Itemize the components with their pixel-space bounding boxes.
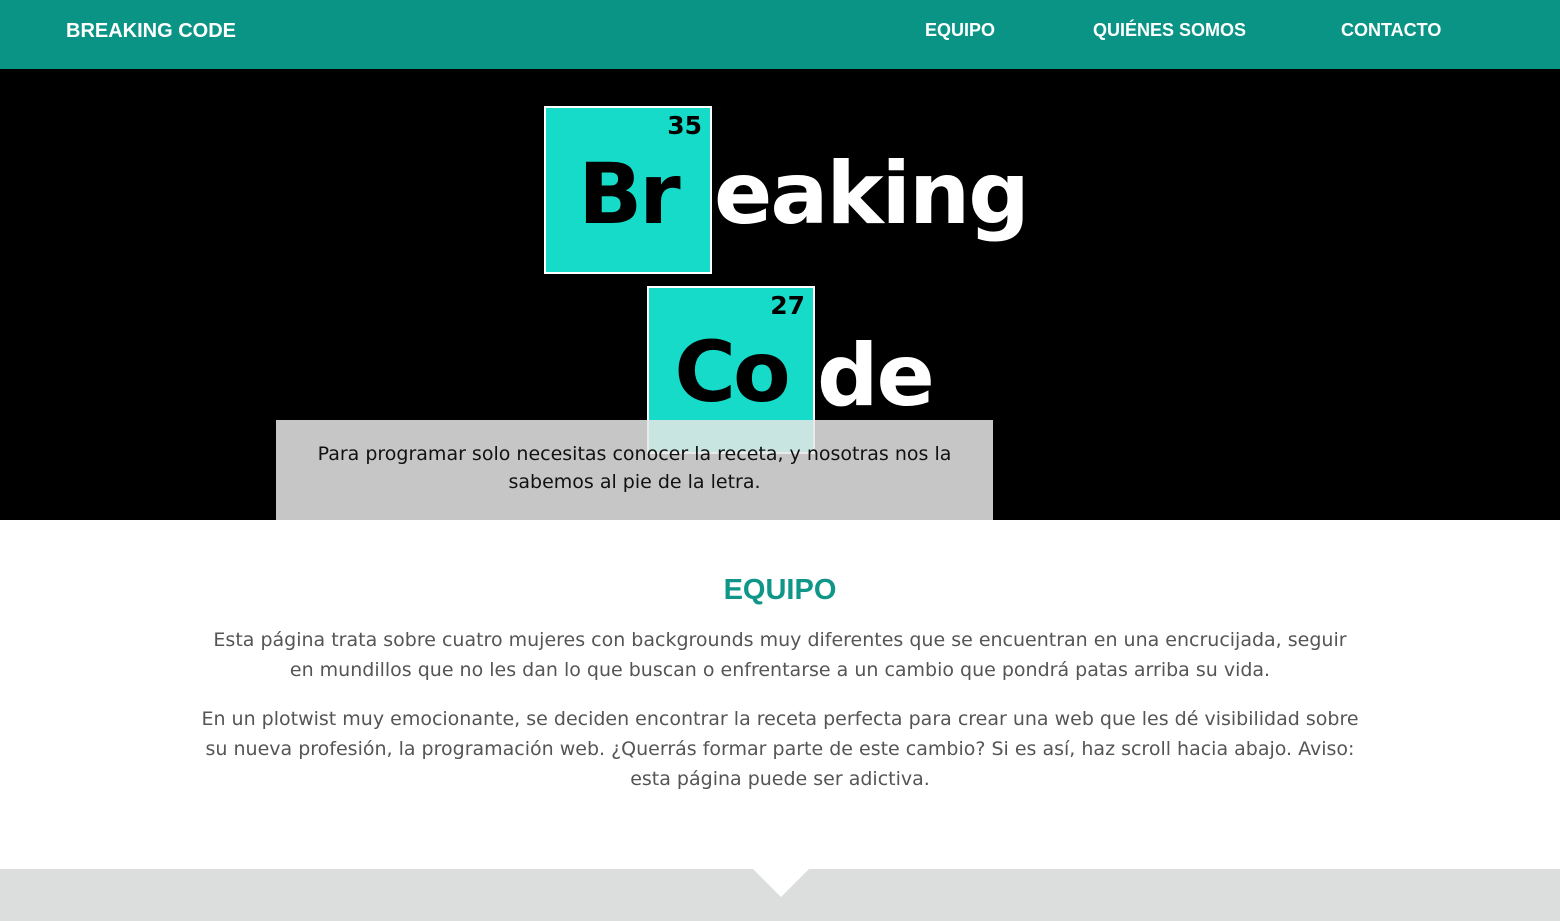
hero-tagline: Para programar solo necesitas conocer la…: [276, 420, 993, 520]
logo-word-rest: de: [817, 326, 935, 426]
nav-link-equipo[interactable]: EQUIPO: [925, 20, 995, 41]
section-paragraph: Esta página trata sobre cuatro mujeres c…: [213, 629, 1347, 681]
top-navbar: BREAKING CODE EQUIPO QUIÉNES SOMOS CONTA…: [0, 0, 1560, 69]
logo-tile-br: 35 Br: [544, 106, 712, 274]
brand-link[interactable]: BREAKING CODE: [66, 20, 236, 43]
nav-link-quienes-somos[interactable]: QUIÉNES SOMOS: [1093, 20, 1246, 41]
down-arrow-icon: [753, 869, 809, 897]
logo-tile-symbol: Co: [674, 323, 790, 421]
section-paragraph: En un plotwist muy emocionante, se decid…: [201, 708, 1359, 790]
logo-tile-number: 27: [770, 291, 805, 320]
logo-word-rest: eaking: [714, 144, 1030, 244]
hero-banner: 35 Br eaking 27 Co de Para programar sol…: [0, 69, 1560, 520]
section-title: EQUIPO: [723, 574, 837, 606]
logo-tile-number: 35: [667, 111, 702, 140]
logo-tile-symbol: Br: [578, 145, 680, 243]
nav-link-contacto[interactable]: CONTACTO: [1341, 20, 1441, 41]
